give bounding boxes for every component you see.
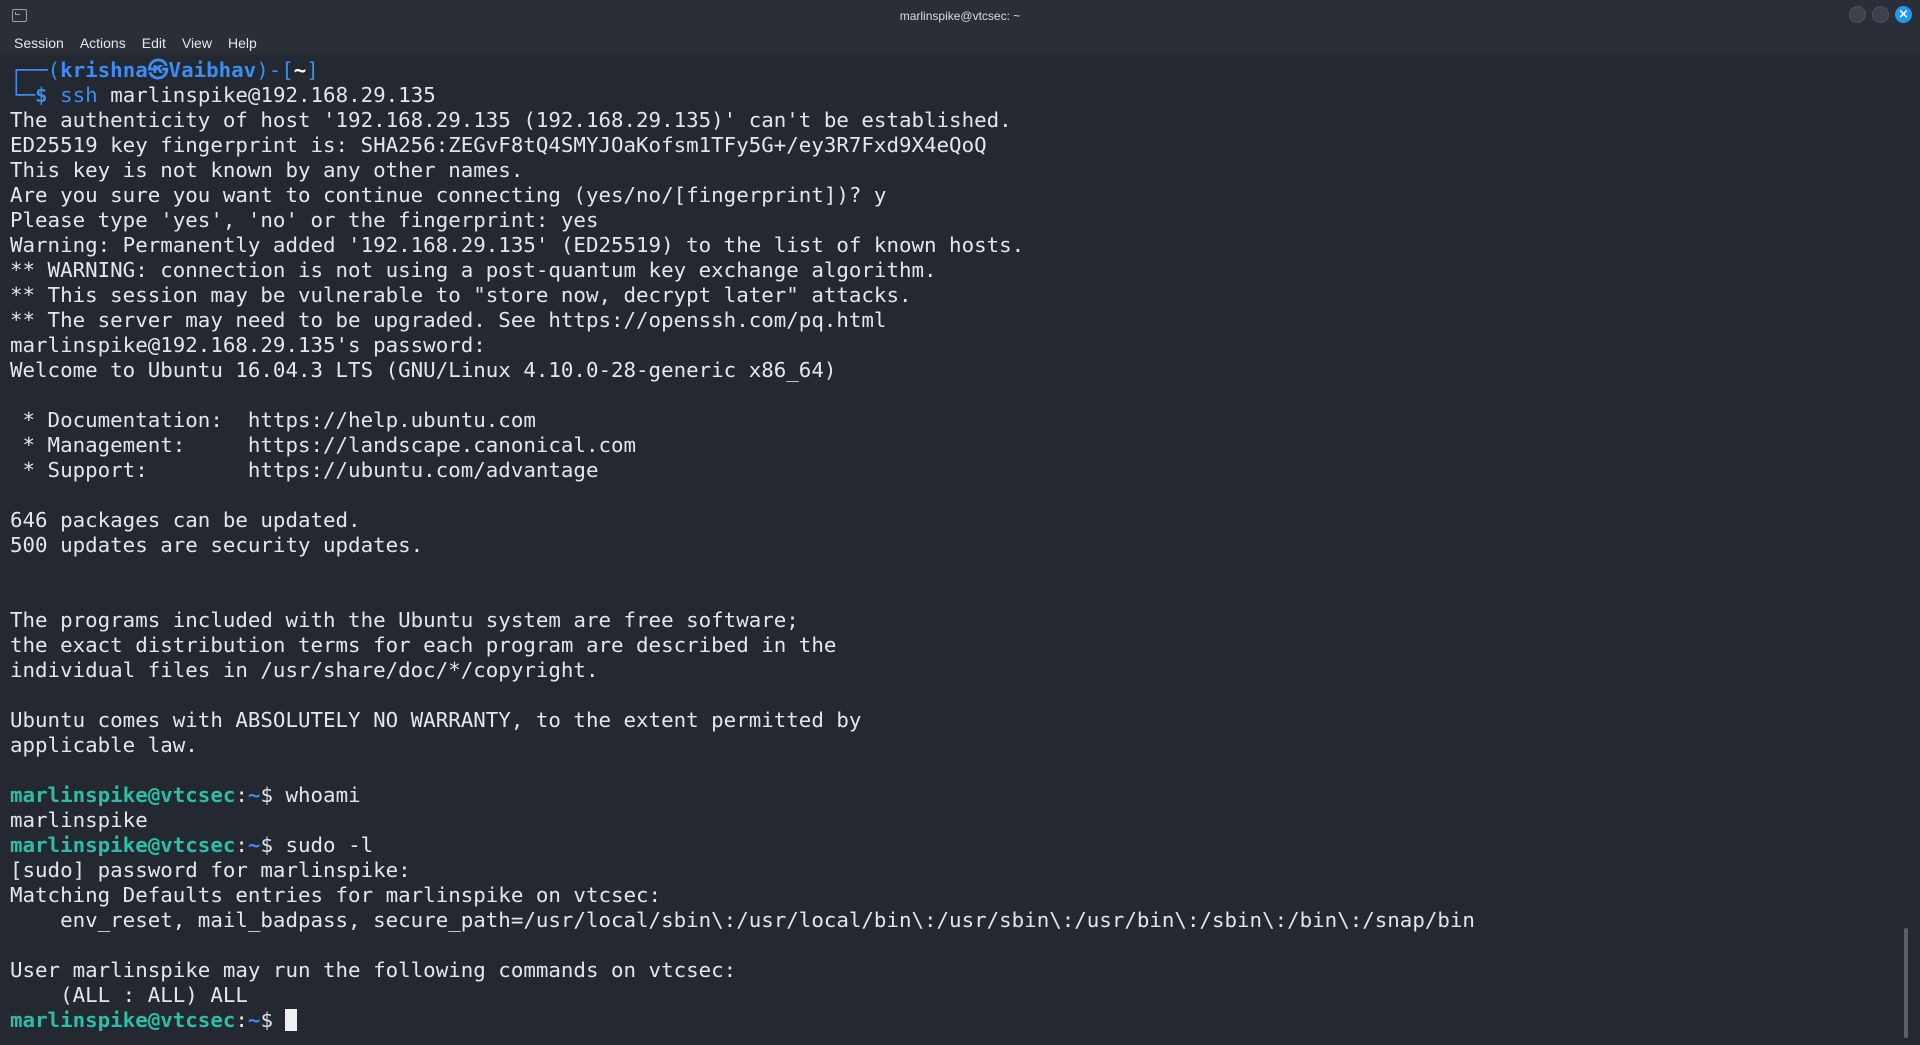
command-sudo: sudo -l: [285, 833, 374, 857]
sudo-output-line: Matching Defaults entries for marlinspik…: [10, 883, 662, 907]
local-prompt-line-2: └─$ ssh marlinspike@192.168.29.135: [10, 83, 1890, 108]
menu-edit[interactable]: Edit: [134, 35, 174, 51]
menu-help[interactable]: Help: [220, 35, 265, 51]
command-name: ssh: [60, 83, 98, 107]
prompt-user: krishna: [60, 58, 148, 82]
prompt-frame: ┌──(: [10, 58, 61, 82]
ssh-output-line: [10, 483, 1890, 508]
ssh-output-line: * Management: https://landscape.canonica…: [10, 433, 637, 457]
ssh-output-line: Please type 'yes', 'no' or the fingerpri…: [10, 208, 599, 232]
text-cursor: [285, 1009, 298, 1031]
ssh-output-line: [10, 583, 1890, 608]
remote-prompt-current: marlinspike@vtcsec:~$: [10, 1008, 1890, 1033]
ssh-output-line: marlinspike@192.168.29.135's password:: [10, 333, 486, 357]
ssh-output-line: The authenticity of host '192.168.29.135…: [10, 108, 1012, 132]
prompt-frame-bottom: └─: [10, 83, 36, 107]
remote-prompt-dollar: $: [260, 783, 286, 807]
sudo-output-line: [sudo] password for marlinspike:: [10, 858, 411, 882]
menu-actions[interactable]: Actions: [72, 35, 134, 51]
command-args: marlinspike@192.168.29.135: [97, 83, 436, 107]
window-controls: ×: [1849, 6, 1912, 23]
remote-prompt-dollar: $: [260, 833, 286, 857]
remote-prompt-colon: :: [235, 833, 248, 857]
ssh-output-line: applicable law.: [10, 733, 198, 757]
sudo-output-line: User marlinspike may run the following c…: [10, 958, 737, 982]
menu-view[interactable]: View: [174, 35, 220, 51]
ssh-output-line: This key is not known by any other names…: [10, 158, 524, 182]
window-title: marlinspike@vtcsec: ~: [899, 8, 1021, 23]
sudo-output-line: [10, 933, 1890, 958]
remote-prompt-colon: :: [235, 1008, 248, 1032]
maximize-icon[interactable]: [1872, 6, 1889, 23]
ssh-output-line: * Documentation: https://help.ubuntu.com: [10, 408, 536, 432]
ssh-output-line: [10, 758, 1890, 783]
menu-session[interactable]: Session: [6, 35, 72, 51]
ssh-output-line: ED25519 key fingerprint is: SHA256:ZEGvF…: [10, 133, 987, 157]
terminal-app-icon[interactable]: [12, 9, 27, 22]
ssh-output-line: * Support: https://ubuntu.com/advantage: [10, 458, 599, 482]
remote-prompt-dir: ~: [247, 783, 261, 807]
remote-prompt-sudo: marlinspike@vtcsec:~$ sudo -l: [10, 833, 1890, 858]
ssh-output-line: Welcome to Ubuntu 16.04.3 LTS (GNU/Linux…: [10, 358, 837, 382]
prompt-at: ㉿: [147, 58, 169, 82]
ssh-output-line: ** This session may be vulnerable to "st…: [10, 283, 912, 307]
local-prompt-line-1: ┌──(krishna㉿Vaibhav)-[~]: [10, 58, 1890, 83]
ssh-output-line: Warning: Permanently added '192.168.29.1…: [10, 233, 1025, 257]
terminal-window: marlinspike@vtcsec: ~ × Session Actions …: [0, 0, 1920, 1045]
ssh-output-line: Are you sure you want to continue connec…: [10, 183, 887, 207]
sudo-output-line: env_reset, mail_badpass, secure_path=/us…: [10, 908, 1475, 932]
sudo-output-block: [sudo] password for marlinspike: Matching…: [10, 858, 1890, 1008]
command-whoami: whoami: [285, 783, 361, 807]
ssh-output-line: [10, 683, 1890, 708]
prompt-dir: ~: [293, 58, 307, 82]
ssh-output-line: 500 updates are security updates.: [10, 533, 424, 557]
ssh-output-line: individual files in /usr/share/doc/*/cop…: [10, 658, 599, 682]
sudo-output-line: (ALL : ALL) ALL: [10, 983, 248, 1007]
ssh-output-line: ** The server may need to be upgraded. S…: [10, 308, 887, 332]
ssh-output-line: ** WARNING: connection is not using a po…: [10, 258, 937, 282]
ssh-output-line: [10, 558, 1890, 583]
remote-prompt-user: marlinspike@vtcsec: [10, 1008, 236, 1032]
terminal-output[interactable]: ┌──(krishna㉿Vaibhav)-[~] └─$ ssh marlins…: [10, 58, 1890, 1038]
close-icon[interactable]: ×: [1895, 6, 1912, 23]
ssh-output-line: [10, 383, 1890, 408]
remote-prompt-user: marlinspike@vtcsec: [10, 783, 236, 807]
remote-prompt-whoami: marlinspike@vtcsec:~$ whoami: [10, 783, 1890, 808]
prompt-frame-end: ]: [306, 58, 319, 82]
scrollbar[interactable]: [1904, 928, 1908, 1038]
minimize-icon[interactable]: [1849, 6, 1866, 23]
ssh-output-block: The authenticity of host '192.168.29.135…: [10, 108, 1890, 783]
remote-prompt-dir: ~: [247, 1008, 261, 1032]
whoami-output: marlinspike: [10, 808, 148, 832]
ssh-output-line: The programs included with the Ubuntu sy…: [10, 608, 799, 632]
ssh-output-line: 646 packages can be updated.: [10, 508, 361, 532]
remote-prompt-colon: :: [235, 783, 248, 807]
ssh-output-line: Ubuntu comes with ABSOLUTELY NO WARRANTY…: [10, 708, 862, 732]
title-bar[interactable]: marlinspike@vtcsec: ~ ×: [0, 0, 1920, 31]
menu-bar: Session Actions Edit View Help: [0, 31, 1920, 55]
remote-prompt-dollar: $: [260, 1008, 286, 1032]
prompt-host: Vaibhav: [168, 58, 257, 82]
prompt-frame-mid: )-[: [256, 58, 294, 82]
ssh-output-line: the exact distribution terms for each pr…: [10, 633, 837, 657]
prompt-dollar: $: [35, 83, 48, 107]
remote-prompt-dir: ~: [247, 833, 261, 857]
remote-prompt-user: marlinspike@vtcsec: [10, 833, 236, 857]
